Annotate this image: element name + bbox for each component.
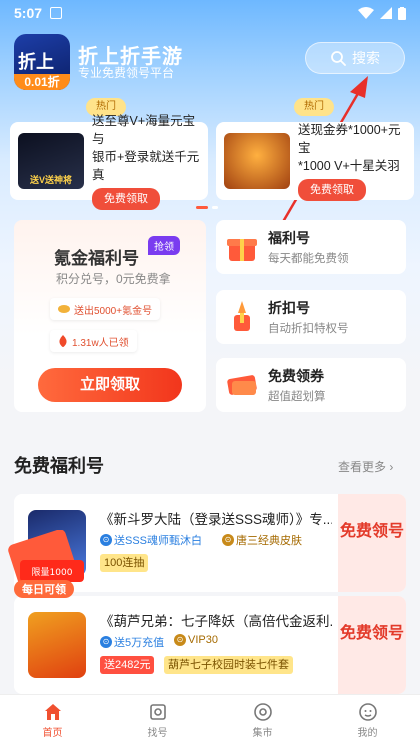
welfare-account-card[interactable]: 福利号 每天都能免费领 (216, 220, 406, 274)
game-tag: ⊙ VIP30 (174, 634, 218, 646)
hot-badge: 热门 (294, 98, 334, 116)
promo-card[interactable]: 送现金券*1000+元宝 *1000 V+十星关羽 免费领取 (216, 122, 414, 201)
promo-line1: 送至尊V+海量元宝与 (92, 114, 196, 146)
coin-icon (58, 305, 70, 313)
promo-line2: 银币+登录就送千元真 (92, 150, 200, 182)
gift-icon (227, 239, 257, 261)
game-icon (28, 612, 86, 678)
gift-tag-icon: ⊙ (222, 534, 234, 546)
claim-now-button[interactable]: 立即领取 (38, 368, 182, 402)
profile-icon (358, 703, 377, 721)
free-claim-box[interactable]: 免费领号 (338, 596, 406, 694)
game-tag: ⊙ 送SSS魂师甄沐白 (100, 532, 202, 548)
carousel-dot (212, 206, 218, 209)
free-claim-button[interactable]: 免费领取 (92, 188, 160, 210)
gift-tag-icon: ⊙ (100, 534, 112, 546)
game-tag-text: 唐三经典皮肤 (236, 535, 302, 547)
game-tag: ⊙ 送5万充值 (100, 634, 164, 650)
coupon-icon (227, 375, 257, 395)
side-card-subtitle: 自动折扣特权号 (268, 323, 349, 335)
krypton-welfare-card[interactable]: 氪金福利号 抢领 积分兑号，0元免费拿 送出5000+氪金号 1.31w人已领 … (14, 220, 206, 412)
view-more-label: 查看更多 (338, 460, 387, 474)
game-tag-text: 送SSS魂师甄沐白 (114, 535, 203, 547)
game-tag-text: 送5万充值 (114, 637, 165, 649)
game-title: 《新斗罗大陆（登录送SSS魂师）》专... (100, 512, 332, 527)
promo-card[interactable]: 送V送神将 送至尊V+海量元宝与 银币+登录就送千元真 免费领取 (10, 114, 208, 210)
nav-profile[interactable]: 我的 (315, 695, 420, 746)
game-tag-text: VIP30 (188, 634, 218, 646)
nav-find[interactable]: 找号 (105, 695, 210, 746)
claimed-count-text: 1.31w人已领 (72, 337, 129, 349)
bottom-nav: 首页 找号 集市 我的 (0, 694, 420, 746)
daily-claim-text: 每日可领 (22, 582, 66, 596)
find-icon (149, 704, 166, 720)
section-title: 免费福利号 (14, 456, 104, 476)
nav-label: 找号 (147, 728, 168, 739)
free-coupon-card[interactable]: 免费领券 超值超划算 (216, 358, 406, 412)
game-chip: 送2482元 (100, 656, 155, 674)
view-more-link[interactable]: 查看更多 › (338, 458, 393, 475)
thumbnail-caption: 送V送神将 (29, 175, 72, 185)
sword-icon (234, 301, 250, 331)
nav-home[interactable]: 首页 (0, 695, 105, 746)
side-card-subtitle: 超值超划算 (268, 391, 326, 403)
nav-label: 首页 (42, 728, 63, 739)
gift-tag-icon: ⊙ (100, 636, 112, 648)
daily-badge: 限量1000 每日可领 (8, 530, 84, 598)
nav-label: 我的 (357, 728, 378, 739)
side-card-title: 免费领券 (268, 368, 324, 384)
welfare-title: 氪金福利号 (54, 249, 139, 268)
game-card[interactable]: 《葫芦兄弟：七子降妖（高倍代金返利... ⊙ 送5万充值 ⊙ VIP30 送2482… (14, 596, 406, 694)
game-thumbnail: 送V送神将 (18, 133, 84, 189)
nav-market[interactable]: 集市 (210, 695, 315, 746)
market-icon (253, 703, 272, 721)
nav-label: 集市 (252, 728, 273, 739)
welfare-subtitle: 积分兑号，0元免费拿 (56, 272, 171, 286)
game-thumbnail (224, 133, 290, 189)
free-claim-box[interactable]: 免费领号 (338, 494, 406, 592)
daily-limit-text: 限量1000 (32, 567, 73, 578)
chevron-right-icon: › (389, 460, 394, 474)
fire-icon (59, 335, 67, 347)
home-icon (44, 704, 61, 720)
free-claim-button[interactable]: 免费领取 (298, 179, 366, 201)
side-card-title: 折扣号 (268, 300, 310, 316)
game-title: 《葫芦兄弟：七子降妖（高倍代金返利... (100, 614, 332, 629)
side-card-title: 福利号 (268, 230, 310, 246)
game-chip: 葫芦七子校园时装七件套 (164, 656, 293, 674)
gift-tag-icon: ⊙ (174, 634, 186, 646)
game-chip: 100连抽 (100, 554, 149, 572)
sent-count-text: 送出5000+氪金号 (74, 305, 153, 317)
claimed-count-pill: 1.31w人已领 (50, 330, 137, 352)
discount-account-card[interactable]: 折扣号 自动折扣特权号 (216, 290, 406, 344)
promo-line2: *1000 V+十星关羽 (298, 159, 400, 173)
side-card-subtitle: 每天都能免费领 (268, 253, 349, 265)
carousel-indicator (196, 206, 218, 209)
promo-line1: 送现金券*1000+元宝 (298, 123, 401, 155)
sent-count-pill: 送出5000+氪金号 (50, 298, 161, 320)
game-tag: ⊙ 唐三经典皮肤 (222, 532, 302, 548)
grab-badge: 抢领 (148, 236, 180, 255)
carousel-dot-active (196, 206, 208, 209)
